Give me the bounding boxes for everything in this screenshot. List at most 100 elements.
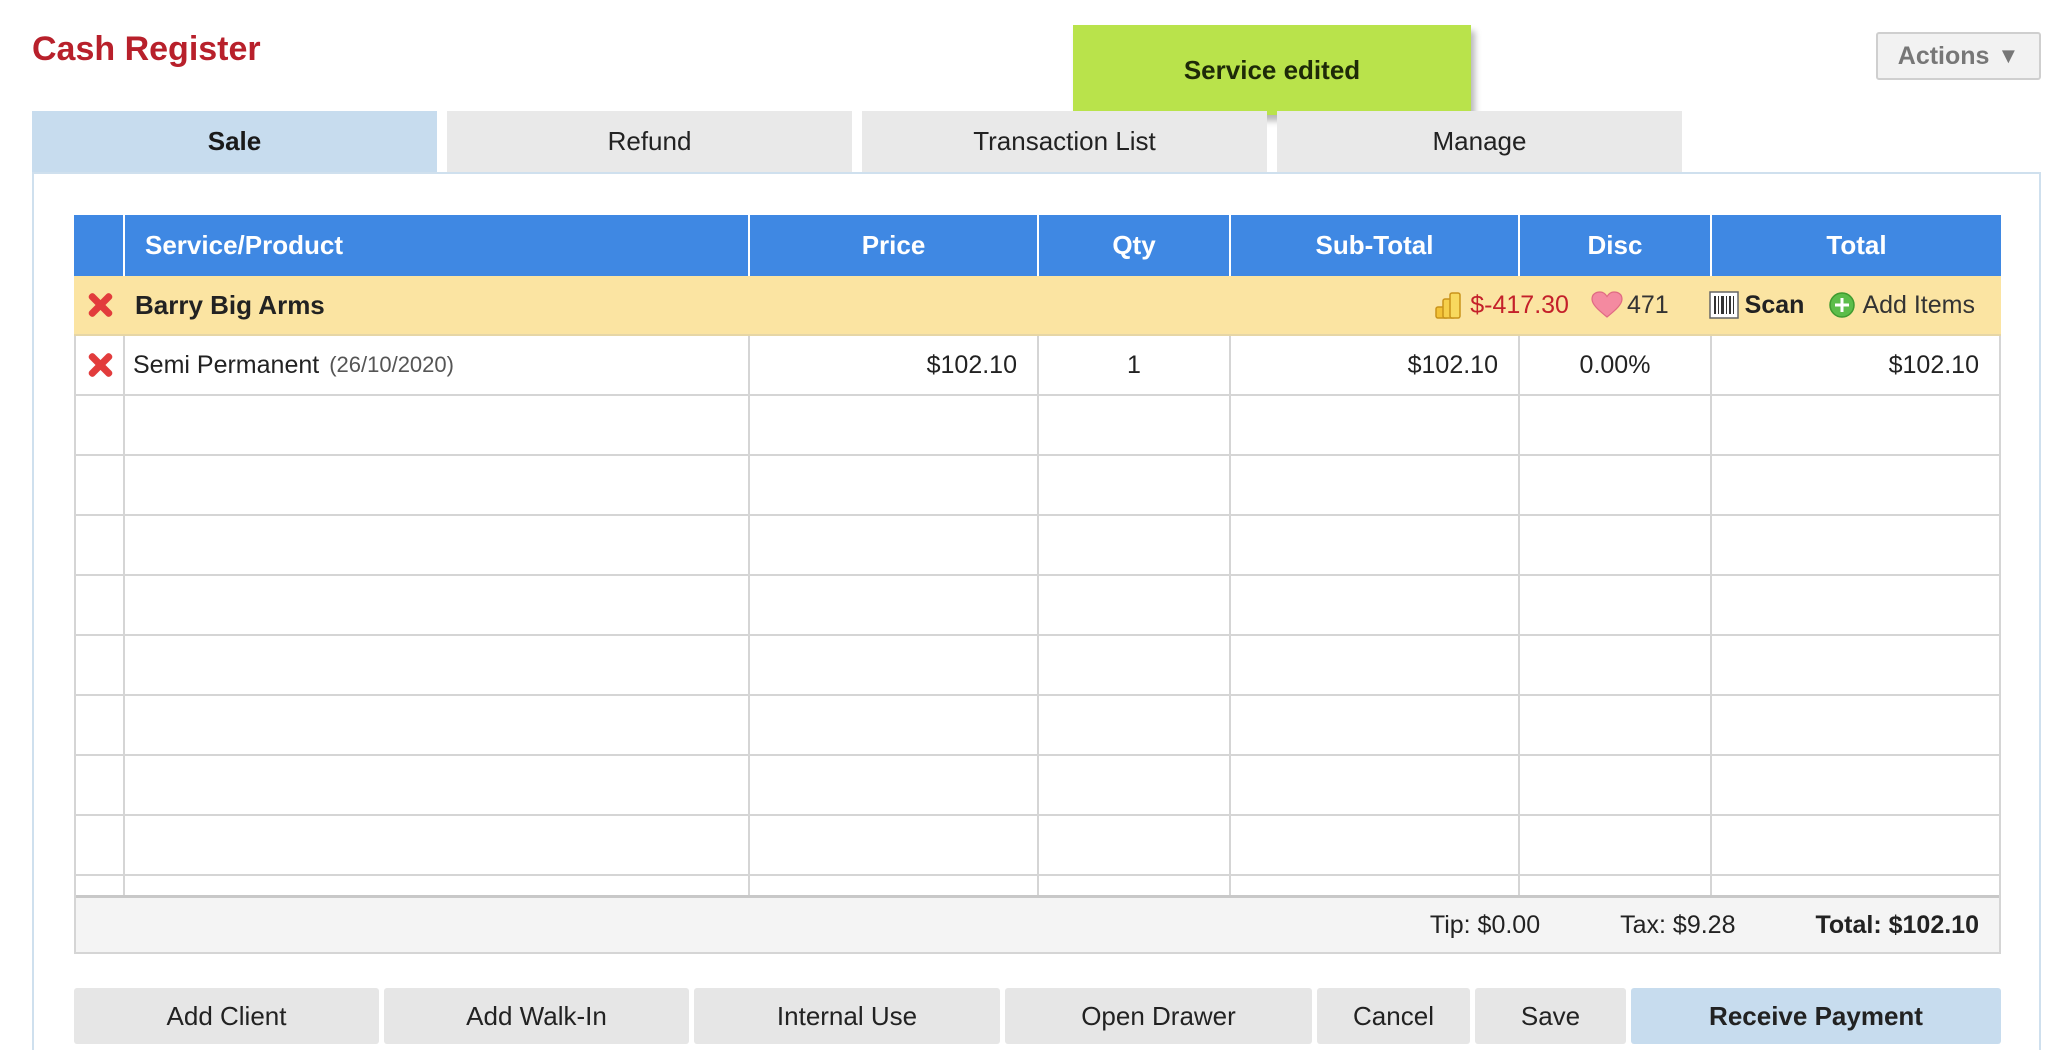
remove-icon xyxy=(87,352,113,378)
cell xyxy=(76,756,125,814)
cell xyxy=(1520,396,1712,454)
toast-notification: Service edited xyxy=(1073,25,1471,115)
header-disc: Disc xyxy=(1520,215,1712,276)
loyalty-points[interactable]: 471 xyxy=(1591,291,1669,320)
heart-icon xyxy=(1591,291,1623,318)
cell xyxy=(1520,516,1712,574)
remove-client-button[interactable] xyxy=(74,292,125,318)
item-name-cell[interactable]: Semi Permanent (26/10/2020) xyxy=(125,336,750,394)
tab-manage[interactable]: Manage xyxy=(1277,111,1682,172)
cell xyxy=(1039,576,1231,634)
table-header: Service/Product Price Qty Sub-Total Disc… xyxy=(74,215,2001,276)
totals-bar: Tip: $0.00 Tax: $9.28 Total: $102.10 xyxy=(74,898,2001,954)
cell xyxy=(1520,816,1712,874)
cell xyxy=(1520,696,1712,754)
actions-dropdown-button[interactable]: Actions ▼ xyxy=(1876,32,2041,80)
balance-value: $-417.30 xyxy=(1470,290,1569,319)
cell xyxy=(1712,876,1999,895)
cancel-button[interactable]: Cancel xyxy=(1317,988,1470,1044)
points-value: 471 xyxy=(1626,290,1669,319)
cell xyxy=(125,756,750,814)
cell xyxy=(750,876,1039,895)
cell xyxy=(1520,756,1712,814)
header-qty: Qty xyxy=(1039,215,1231,276)
empty-row xyxy=(76,756,1999,816)
tab-refund[interactable]: Refund xyxy=(447,111,852,172)
empty-row xyxy=(76,456,1999,516)
client-row: Barry Big Arms $-417.30 471 Scan Add Ite… xyxy=(74,276,2001,336)
cell xyxy=(1231,636,1520,694)
cell xyxy=(76,696,125,754)
tab-transaction-list[interactable]: Transaction List xyxy=(862,111,1267,172)
actions-label: Actions xyxy=(1897,41,1990,70)
cell xyxy=(1231,876,1520,895)
sale-table: Service/Product Price Qty Sub-Total Disc… xyxy=(74,215,2001,954)
open-drawer-button[interactable]: Open Drawer xyxy=(1005,988,1312,1044)
cell xyxy=(1039,876,1231,895)
cell xyxy=(750,636,1039,694)
cell xyxy=(1712,396,1999,454)
cell xyxy=(125,876,750,895)
cell xyxy=(76,576,125,634)
cell xyxy=(125,816,750,874)
caret-down-icon: ▼ xyxy=(1997,43,2020,68)
register-tabs: Sale Refund Transaction List Manage xyxy=(32,111,1682,172)
cell xyxy=(76,636,125,694)
table-row[interactable]: Semi Permanent (26/10/2020) $102.10 1 $1… xyxy=(76,336,1999,396)
empty-row xyxy=(76,396,1999,456)
cell xyxy=(1231,756,1520,814)
empty-row xyxy=(76,696,1999,756)
plus-circle-icon xyxy=(1829,292,1856,318)
cell xyxy=(76,396,125,454)
cell xyxy=(750,816,1039,874)
cell xyxy=(125,636,750,694)
add-items-button[interactable]: Add Items xyxy=(1828,291,1975,320)
empty-row xyxy=(76,576,1999,636)
client-balance[interactable]: $-417.30 xyxy=(1432,289,1569,321)
receive-payment-button[interactable]: Receive Payment xyxy=(1631,988,2001,1044)
empty-row xyxy=(76,516,1999,576)
cell xyxy=(125,576,750,634)
empty-row xyxy=(76,636,1999,696)
item-price[interactable]: $102.10 xyxy=(750,336,1039,394)
cell xyxy=(1712,816,1999,874)
remove-icon xyxy=(87,292,113,318)
cell xyxy=(76,456,125,514)
cell xyxy=(1712,756,1999,814)
cell xyxy=(1231,696,1520,754)
remove-item-button[interactable] xyxy=(76,336,125,394)
cell xyxy=(1712,576,1999,634)
cell xyxy=(1712,636,1999,694)
item-qty[interactable]: 1 xyxy=(1039,336,1231,394)
add-client-button[interactable]: Add Client xyxy=(74,988,379,1044)
save-button[interactable]: Save xyxy=(1475,988,1626,1044)
cell xyxy=(1231,456,1520,514)
tip-amount[interactable]: Tip: $0.00 xyxy=(1430,911,1540,940)
client-tools: $-417.30 471 Scan Add Items xyxy=(1432,276,1975,334)
barcode-icon xyxy=(1708,291,1739,319)
add-walk-in-button[interactable]: Add Walk-In xyxy=(384,988,689,1044)
tax-amount: Tax: $9.28 xyxy=(1620,910,1736,939)
action-button-bar: Add Client Add Walk-In Internal Use Open… xyxy=(74,988,2001,1044)
cell xyxy=(1231,516,1520,574)
item-name: Semi Permanent xyxy=(133,350,320,379)
cell xyxy=(1520,576,1712,634)
header-total: Total xyxy=(1826,230,1887,260)
scan-button[interactable]: Scan xyxy=(1708,291,1804,320)
cell xyxy=(76,516,125,574)
cell xyxy=(1712,696,1999,754)
cell xyxy=(125,456,750,514)
cell xyxy=(1039,396,1231,454)
client-name[interactable]: Barry Big Arms xyxy=(135,290,325,321)
item-rows: Semi Permanent (26/10/2020) $102.10 1 $1… xyxy=(74,336,2001,898)
internal-use-button[interactable]: Internal Use xyxy=(694,988,1000,1044)
cell xyxy=(1039,456,1231,514)
tab-sale[interactable]: Sale xyxy=(32,111,437,172)
cell xyxy=(76,876,125,895)
cell xyxy=(125,396,750,454)
cell xyxy=(750,516,1039,574)
item-disc[interactable]: 0.00% xyxy=(1520,336,1712,394)
header-subtotal: Sub-Total xyxy=(1231,215,1520,276)
item-subtotal: $102.10 xyxy=(1231,336,1520,394)
cell xyxy=(1039,516,1231,574)
